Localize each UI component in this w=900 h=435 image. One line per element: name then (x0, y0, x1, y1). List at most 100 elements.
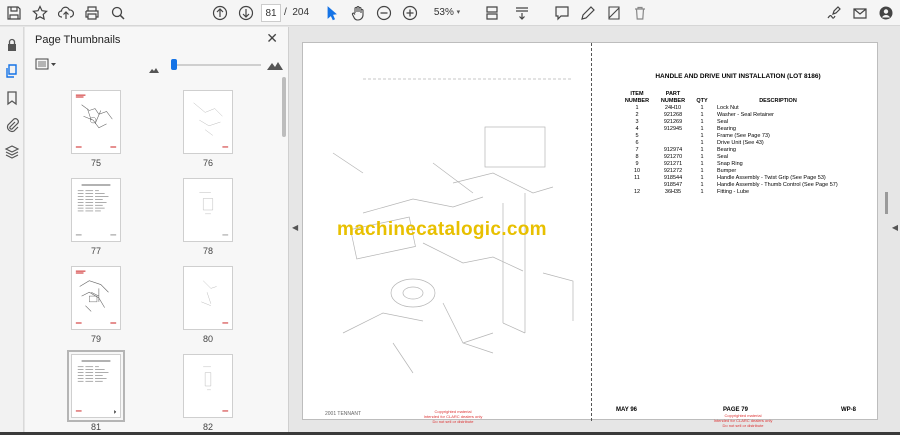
table-cell: 3 (635, 119, 639, 125)
table-cell: 8 (635, 154, 639, 160)
table-cell: 9 (635, 161, 639, 167)
hand-tool-icon[interactable] (348, 3, 368, 23)
table-cell: Handle Assembly - Thumb Control (See Pag… (717, 182, 838, 188)
page-thumbnails-icon[interactable] (4, 63, 20, 79)
table-cell: Handle Assembly - Twist Grip (See Page 5… (717, 175, 826, 181)
table-cell: 1 (700, 112, 704, 118)
thumbnail-page-82[interactable] (183, 354, 233, 418)
attachments-icon[interactable] (4, 117, 20, 133)
pen-icon[interactable] (578, 3, 598, 23)
save-icon[interactable] (4, 3, 24, 23)
table-cell: 1 (700, 189, 704, 195)
email-icon[interactable] (850, 3, 870, 23)
zoom-in-icon[interactable] (400, 3, 420, 23)
collapse-panel-icon[interactable]: ◀ (292, 223, 298, 232)
thumbnail-label: 76 (202, 158, 213, 168)
thumbnail-page-81[interactable] (67, 350, 125, 422)
search-icon[interactable] (108, 3, 128, 23)
thumbnail-page-77[interactable] (71, 178, 121, 242)
parts-list-title: HANDLE AND DRIVE UNIT INSTALLATION (LOT … (655, 73, 821, 80)
table-cell (619, 182, 655, 189)
thumbnail-scrollbar[interactable] (281, 77, 287, 435)
table-cell: 7 (635, 147, 639, 153)
table-cell: 918547 (663, 182, 683, 188)
table-cell: 10 (633, 168, 641, 174)
highlighter-icon[interactable] (604, 3, 624, 23)
account-icon[interactable] (876, 3, 896, 23)
thumbnail-options-icon[interactable] (35, 57, 57, 71)
navigation-rail (0, 27, 24, 435)
comment-icon[interactable] (552, 3, 572, 23)
cloud-upload-icon[interactable] (56, 3, 76, 23)
table-cell: 36H35 (664, 189, 682, 195)
column-header: ITEM NUMBER (624, 91, 650, 104)
table-cell: 1 (635, 105, 639, 111)
table-cell: Seal (717, 119, 729, 125)
table-row: 918547 1 Handle Assembly - Thumb Control (… (619, 182, 843, 189)
copyright-notice-right: Copyrighted material Intended for CLARC … (703, 413, 783, 428)
parts-table-header: ITEM NUMBER PART NUMBER QTY DESCRIPTION (619, 91, 843, 105)
watermark-text: machinecatalogic.com (337, 219, 547, 240)
table-cell: 1 (700, 133, 704, 139)
thumbnail-size-track[interactable] (173, 64, 261, 66)
thumbnail-page-76[interactable] (183, 90, 233, 154)
table-cell: 2 (635, 112, 639, 118)
scroll-mode-icon[interactable] (512, 3, 532, 23)
copyright-line: Do not sell or distribute (722, 423, 764, 428)
table-cell: 24H10 (664, 105, 682, 111)
print-icon[interactable] (82, 3, 102, 23)
thumbnail-page-78[interactable] (183, 178, 233, 242)
select-cursor-icon[interactable] (322, 3, 342, 23)
small-thumbnail-icon[interactable] (149, 60, 159, 73)
table-cell: 1 (700, 119, 704, 125)
delete-icon[interactable] (630, 3, 650, 23)
table-row: 6 1 Drive Unit (See 43) (619, 140, 843, 147)
document-scrollbar[interactable] (885, 192, 888, 214)
table-cell: Lock Nut (717, 105, 739, 111)
thumbnail-page-75[interactable] (71, 90, 121, 154)
page-display-icon[interactable] (482, 3, 502, 23)
table-cell: Snap Ring (717, 161, 743, 167)
copyright-notice-left: Copyrighted material Intended for CLARC … (413, 409, 493, 424)
large-thumbnail-icon[interactable] (267, 57, 283, 70)
thumbnail-page-79[interactable] (71, 266, 121, 330)
table-cell: 1 (700, 154, 704, 160)
bookmark-star-icon[interactable] (30, 3, 50, 23)
previous-page-icon[interactable] (210, 3, 230, 23)
table-cell: Bearing (717, 126, 736, 132)
table-cell: Washer - Seal Retainer (717, 112, 774, 118)
footer-section-code: WP-8 (841, 407, 856, 413)
table-cell: 1 (700, 175, 704, 181)
close-icon[interactable]: ✕ (266, 30, 278, 47)
layers-icon[interactable] (4, 144, 20, 160)
zoom-level-dropdown[interactable]: 53% ▾ (428, 4, 466, 22)
lock-icon[interactable] (4, 37, 20, 53)
next-page-icon[interactable] (236, 3, 256, 23)
thumbnail-label: 81 (90, 422, 101, 432)
expand-right-panel-icon[interactable]: ◀ (892, 223, 898, 232)
scrollbar-thumb[interactable] (282, 77, 286, 137)
table-row: 8 921270 1 Seal (619, 154, 843, 161)
table-cell: 4 (635, 126, 639, 132)
table-row: 4 912945 1 Bearing (619, 126, 843, 133)
document-page: machinecatalogic.com HANDLE AND DRIVE UN… (302, 42, 878, 428)
table-cell: 12 (633, 189, 641, 195)
thumbnail-label: 75 (90, 158, 101, 168)
current-page-input[interactable]: 81 (261, 4, 281, 22)
sign-icon[interactable] (824, 3, 844, 23)
table-cell: 918544 (663, 175, 683, 181)
table-cell: 912974 (663, 147, 683, 153)
thumbnail-label: 82 (202, 422, 213, 432)
thumbnail-size-slider[interactable] (171, 59, 177, 70)
table-row: 5 1 Frame (See Page 73) (619, 133, 843, 140)
table-cell: 1 (700, 182, 704, 188)
table-cell (655, 140, 691, 147)
zoom-out-icon[interactable] (374, 3, 394, 23)
thumbnail-tools (25, 53, 289, 77)
bookmarks-icon[interactable] (4, 90, 20, 106)
thumbnail-page-80[interactable] (183, 266, 233, 330)
footer-left-text: 2001 TENNANT (325, 411, 362, 417)
table-row: 7 912974 1 Bearing (619, 147, 843, 154)
table-row: 1 24H10 1 Lock Nut (619, 105, 843, 112)
table-cell: Drive Unit (See 43) (717, 140, 764, 146)
